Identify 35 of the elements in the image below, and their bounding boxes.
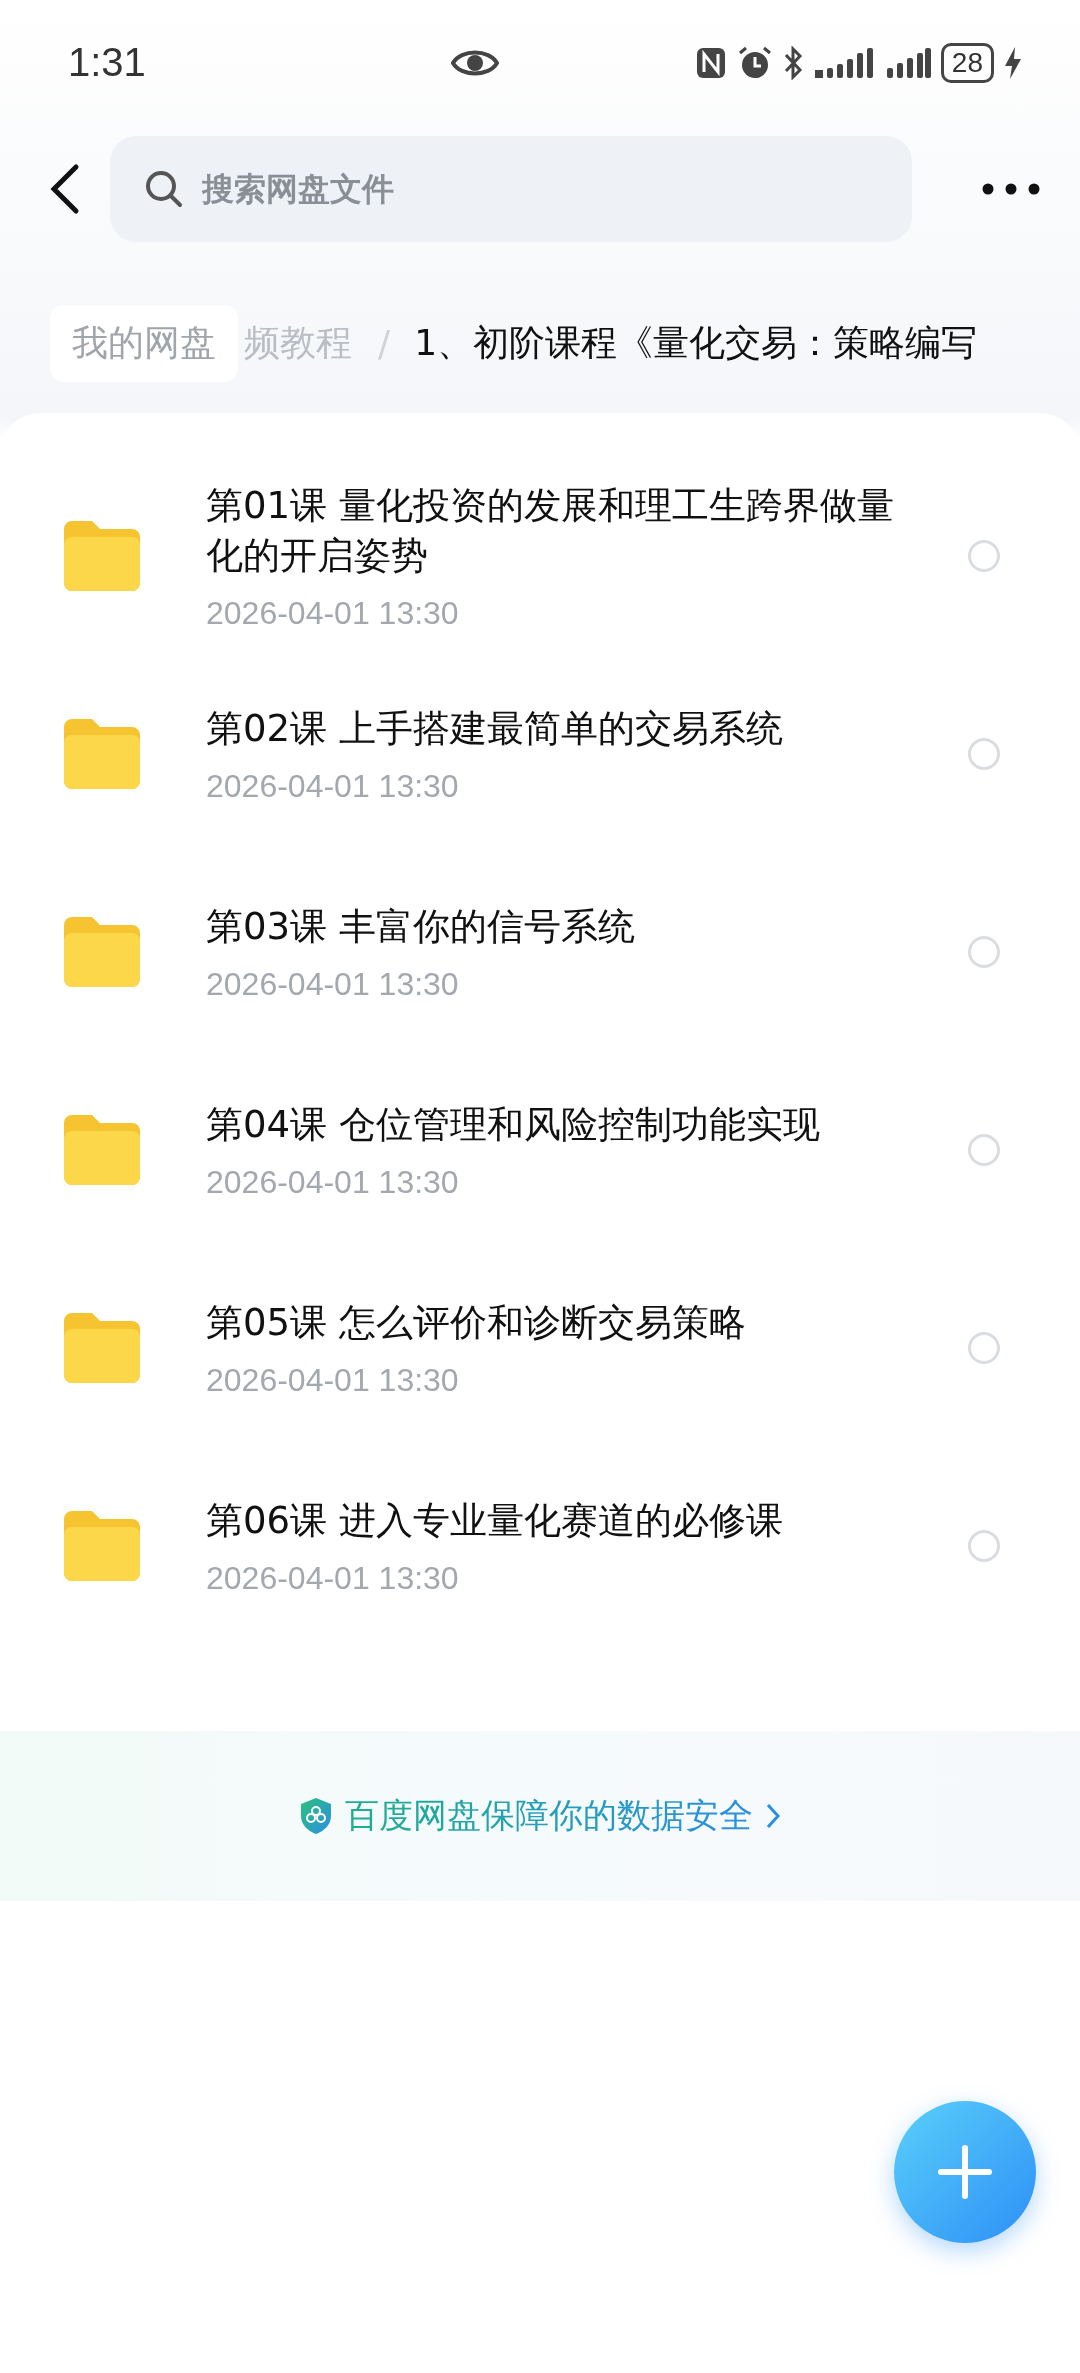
breadcrumb-separator: / [378, 322, 392, 364]
modified-date: 2026-04-01 13:30 [206, 1163, 460, 1201]
folder-name[interactable]: 第03课 丰富你的信号系统 [206, 901, 906, 952]
nfc-icon [694, 45, 727, 80]
modified-date: 2026-04-01 13:30 [206, 1361, 460, 1399]
select-radio[interactable] [968, 738, 1000, 770]
folder-name[interactable]: 第05课 怎么评价和诊断交易策略 [206, 1297, 906, 1348]
folder-name[interactable]: 第01课 量化投资的发展和理工生跨界做量化的开启姿势 [206, 480, 906, 581]
folder-name[interactable]: 第02课 上手搭建最简单的交易系统 [206, 703, 906, 754]
search-field[interactable]: 搜索网盘文件 [110, 136, 912, 242]
select-radio[interactable] [968, 1530, 1000, 1562]
select-radio[interactable] [968, 540, 1000, 572]
plus-icon [937, 2144, 993, 2200]
alarm-icon [736, 44, 773, 81]
select-radio[interactable] [968, 1134, 1000, 1166]
modified-date: 2026-04-01 13:30 [206, 767, 460, 805]
signal-icon [812, 45, 875, 80]
battery-level: 28 [940, 42, 994, 83]
modified-date: 2026-04-01 13:30 [206, 1559, 460, 1597]
select-radio[interactable] [968, 1332, 1000, 1364]
search-icon [144, 169, 184, 209]
status-time: 1:31 [68, 40, 146, 85]
shield-icon [299, 1797, 333, 1835]
modified-date: 2026-04-01 13:30 [206, 594, 460, 632]
select-radio[interactable] [968, 936, 1000, 968]
add-button[interactable] [894, 2101, 1036, 2243]
charging-icon [1004, 45, 1022, 80]
folder-name[interactable]: 第04课 仓位管理和风险控制功能实现 [206, 1099, 906, 1150]
signal-icon [884, 45, 931, 80]
breadcrumb-item[interactable]: 1、初阶课程《量化交易：策略编写 [414, 318, 978, 368]
more-icon [982, 183, 1040, 195]
modified-date: 2026-04-01 13:30 [206, 965, 460, 1003]
folder-name[interactable]: 第06课 进入专业量化赛道的必修课 [206, 1495, 906, 1546]
bluetooth-icon [782, 45, 803, 80]
chevron-right-icon [765, 1802, 781, 1830]
